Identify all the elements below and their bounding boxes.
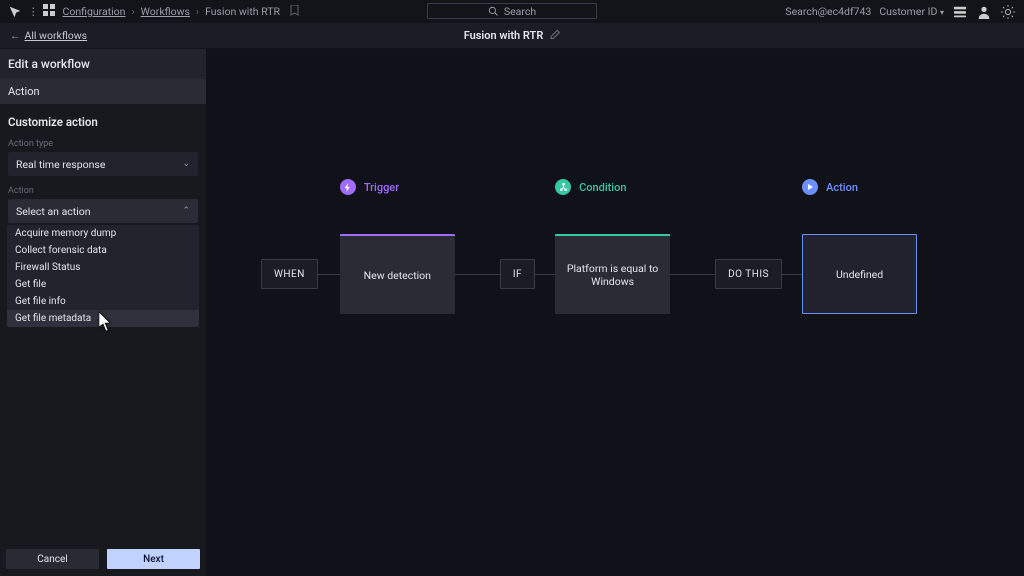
condition-label: Condition [579,181,626,194]
dropdown-option[interactable]: Get file info [7,293,199,310]
breadcrumb-configuration[interactable]: Configuration [63,5,126,18]
theme-icon[interactable] [1000,4,1016,20]
action-card[interactable]: Undefined [802,234,917,314]
dropdown-option[interactable]: Collect forensic data [7,242,199,259]
chevron-right-icon: › [131,5,134,18]
dropdown-option[interactable]: Get file metadata [7,310,199,327]
search-short-label: Search@ec4df743 [785,5,871,18]
panel-footer: Cancel Next [0,542,206,576]
page-title: Fusion with RTR [464,29,544,42]
back-link[interactable]: ← All workflows [10,29,87,42]
bookmark-icon[interactable] [290,5,299,19]
flow-when-pill: WHEN [261,259,318,289]
next-button[interactable]: Next [107,549,200,569]
back-link-label: All workflows [25,29,88,42]
dropdown-option[interactable]: Acquire memory dump [7,225,199,242]
panel-subheading: Action [0,79,206,105]
page-sub-header: ← All workflows Fusion with RTR [0,23,1024,49]
chevron-right-icon: › [196,5,199,18]
bolt-icon [340,179,356,195]
side-panel: Edit a workflow Action Customize action … [0,49,206,576]
breadcrumb-current: Fusion with RTR [205,5,280,18]
flow-row: WHEN Trigger New detection IF Condition … [261,234,1004,314]
dropdown-option[interactable]: Firewall Status [7,259,199,276]
action-select[interactable]: Select an action ⌃ [8,199,198,223]
flow-dothis-pill: DO THIS [715,259,782,289]
trigger-card[interactable]: New detection [340,234,455,314]
action-dropdown: Acquire memory dump Collect forensic dat… [7,225,199,327]
search-placeholder: Search [504,5,536,18]
app-logo[interactable] [8,5,22,19]
queue-icon[interactable] [952,4,968,20]
chevron-down-icon: ⌄ [182,159,190,169]
cancel-button[interactable]: Cancel [6,549,99,569]
action-select-value: Select an action [16,205,91,218]
flow-if-pill: IF [500,259,535,289]
panel-heading: Edit a workflow [0,49,206,79]
action-type-label: Action type [8,139,198,149]
trigger-label: Trigger [364,181,399,194]
dropdown-option[interactable]: Get file [7,276,199,293]
action-label: Action [826,181,858,194]
breadcrumb-workflows[interactable]: Workflows [141,5,190,18]
action-type-select[interactable]: Real time response ⌄ [8,152,198,176]
chevron-down-icon: ▾ [940,8,944,17]
condition-card[interactable]: Platform is equal to Windows [555,234,670,314]
branch-icon [555,179,571,195]
action-type-value: Real time response [16,158,105,171]
user-icon[interactable] [976,4,992,20]
global-search[interactable]: Search [427,3,597,19]
play-icon [802,179,818,195]
customer-id-label[interactable]: Customer ID ▾ [879,5,944,18]
menu-toggle-icon[interactable]: ⋮ [28,5,39,18]
breadcrumb: Configuration › Workflows › Fusion with … [63,5,299,19]
workflow-canvas[interactable]: WHEN Trigger New detection IF Condition … [206,49,1024,576]
chevron-up-icon: ⌃ [182,206,190,216]
top-bar: ⋮ Configuration › Workflows › Fusion wit… [0,0,1024,23]
pencil-icon[interactable] [549,29,560,43]
grid-icon[interactable] [43,4,55,19]
arrow-left-icon: ← [10,29,21,42]
panel-section-title: Customize action [8,115,198,129]
action-label: Action [8,186,198,196]
search-icon [488,6,498,16]
